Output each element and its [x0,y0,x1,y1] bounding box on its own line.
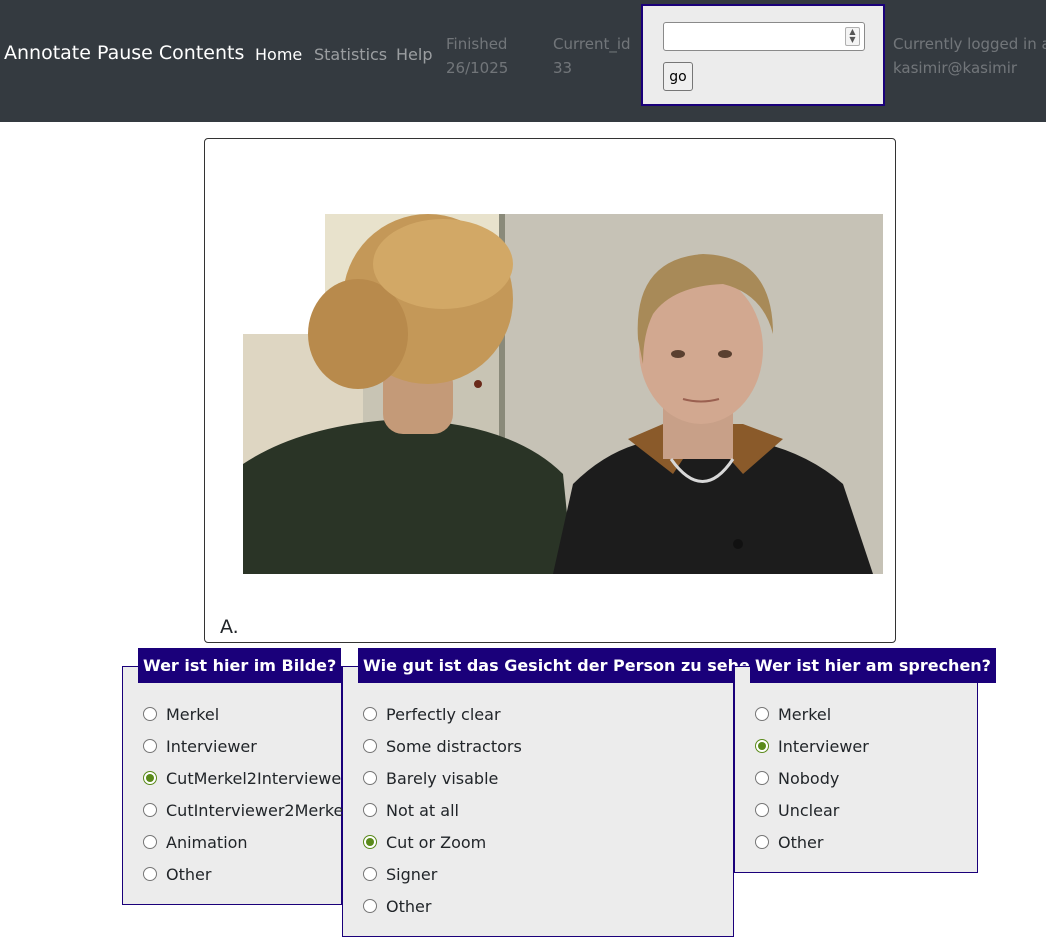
option-animation[interactable]: Animation [143,830,248,854]
nav-link-help[interactable]: Help [396,45,432,64]
app-brand[interactable]: Annotate Pause Contents [4,42,244,64]
option-perfectly-clear[interactable]: Perfectly clear [363,702,501,726]
option-label: Other [386,896,432,916]
number-spinner[interactable]: ▲ ▼ [845,27,860,46]
radio-button[interactable] [363,899,377,913]
question-title-who-in-picture: Wer ist hier im Bilde? [138,648,342,683]
frame-caption: A. [220,616,239,638]
option-label: Nobody [778,768,840,788]
option-label: Unclear [778,800,840,820]
option-barely-visable[interactable]: Barely visable [363,766,498,790]
option-unclear[interactable]: Unclear [755,798,839,822]
login-status-label: Currently logged in as [893,35,1046,53]
option-label: Other [778,832,824,852]
jump-to-id-form: ▲ ▼ go [641,4,885,106]
option-some-distractors[interactable]: Some distractors [363,734,522,758]
radio-button[interactable] [755,835,769,849]
option-interviewer[interactable]: Interviewer [143,734,257,758]
finished-count: 26/1025 [446,59,509,77]
login-status: Currently logged in as kasimir@kasimir [893,32,1046,80]
option-label: Cut or Zoom [386,832,487,852]
video-frame-card: A. [204,138,896,643]
radio-button[interactable] [755,803,769,817]
option-not-at-all[interactable]: Not at all [363,798,459,822]
current-id-value: 33 [553,59,573,77]
option-label: Perfectly clear [386,704,501,724]
spinner-down-icon[interactable]: ▼ [846,36,859,44]
option-merkel[interactable]: Merkel [143,702,219,726]
option-label: Interviewer [778,736,869,756]
radio-button-checked[interactable] [755,739,769,753]
option-cutinterviewer2merkel[interactable]: CutInterviewer2Merkel [143,798,348,822]
navbar: Annotate Pause Contents Home Statistics … [0,0,1046,122]
radio-button[interactable] [143,739,157,753]
id-number-input[interactable]: ▲ ▼ [663,22,865,51]
option-nobody[interactable]: Nobody [755,766,839,790]
nav-link-statistics[interactable]: Statistics [314,45,387,64]
current-id-label: Current_id [553,35,631,53]
option-label: Interviewer [166,736,257,756]
option-label: Some distractors [386,736,522,756]
radio-button[interactable] [363,867,377,881]
radio-button[interactable] [363,707,377,721]
video-frame [243,214,883,574]
radio-button[interactable] [143,867,157,881]
option-other[interactable]: Other [143,862,211,886]
radio-button[interactable] [363,771,377,785]
go-button[interactable]: go [663,62,693,91]
radio-button[interactable] [363,739,377,753]
radio-button[interactable] [143,835,157,849]
option-label: Animation [166,832,248,852]
radio-button[interactable] [755,771,769,785]
option-signer[interactable]: Signer [363,862,437,886]
option-label: Other [166,864,212,884]
radio-button[interactable] [363,803,377,817]
option-label: Barely visable [386,768,499,788]
question-title-face-visibility: Wie gut ist das Gesicht der Person zu se… [358,648,776,683]
option-label: CutInterviewer2Merkel [166,800,348,820]
option-label: Signer [386,864,438,884]
option-label: Not at all [386,800,459,820]
option-other[interactable]: Other [755,830,823,854]
option-cut-or-zoom[interactable]: Cut or Zoom [363,830,486,854]
option-merkel[interactable]: Merkel [755,702,831,726]
finished-label: Finished [446,35,508,53]
option-cutmerkel2interviewer[interactable]: CutMerkel2Interviewer [143,766,348,790]
option-other[interactable]: Other [363,894,431,918]
radio-button[interactable] [143,707,157,721]
option-label: Merkel [778,704,832,724]
nav-link-home[interactable]: Home [255,45,302,64]
question-title-who-speaking: Wer ist hier am sprechen? [750,648,996,683]
radio-button[interactable] [143,803,157,817]
option-interviewer[interactable]: Interviewer [755,734,869,758]
option-label: CutMerkel2Interviewer [166,768,348,788]
radio-button-checked[interactable] [363,835,377,849]
radio-button-checked[interactable] [143,771,157,785]
video-frame-image [243,214,883,574]
option-label: Merkel [166,704,220,724]
radio-button[interactable] [755,707,769,721]
login-username: kasimir@kasimir [893,59,1018,77]
